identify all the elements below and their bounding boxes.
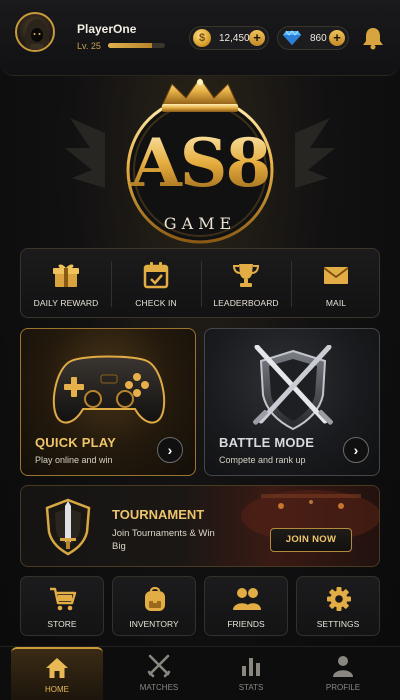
crossed-swords-icon <box>147 654 171 678</box>
bar-chart-icon <box>242 658 260 676</box>
top-bar: PlayerOne Lv. 25 $ 12,450 + 860 + <box>0 0 400 76</box>
battle-mode-title: BATTLE MODE <box>219 435 315 450</box>
check-in-button[interactable]: CHECK IN <box>111 249 201 319</box>
xp-progress-bar <box>108 43 165 48</box>
store-button[interactable]: STORE <box>20 576 104 636</box>
gamepad-icon <box>52 355 166 424</box>
person-icon <box>333 656 353 677</box>
battle-mode-arrow-button[interactable]: › <box>343 437 369 463</box>
nav-matches[interactable]: MATCHES <box>113 647 205 700</box>
friends-label: FRIENDS <box>227 619 265 629</box>
trophy-icon <box>232 264 260 287</box>
app-screen: PlayerOne Lv. 25 $ 12,450 + 860 + AS8 GA… <box>0 0 400 700</box>
chevron-right-icon: › <box>167 442 173 458</box>
crown-icon <box>161 77 239 112</box>
home-icon <box>46 658 68 678</box>
quick-play-title: QUICK PLAY <box>35 435 116 450</box>
quick-play-subtitle: Play online and win <box>35 455 113 465</box>
daily-reward-button[interactable]: DAILY REWARD <box>21 249 111 319</box>
logo-sub-text: GAME <box>163 214 237 233</box>
leaderboard-button[interactable]: LEADERBOARD <box>201 249 291 319</box>
game-logo: AS8 GAME <box>60 77 340 248</box>
logo-brand-text: AS8 <box>60 128 340 198</box>
logo-brand: AS8 <box>130 124 272 202</box>
quick-menu: DAILY REWARD CHECK IN LEADERBOARD MAIL <box>20 248 380 318</box>
mail-button[interactable]: MAIL <box>291 249 381 319</box>
dollar-coin-icon: $ <box>193 29 211 47</box>
tournament-banner[interactable]: TOURNAMENT Join Tournaments & Win Big JO… <box>20 485 380 567</box>
chevron-right-icon: › <box>353 442 359 458</box>
sword-shield-icon <box>45 498 91 556</box>
player-name: PlayerOne <box>77 22 137 36</box>
inventory-button[interactable]: INVENTORY <box>112 576 196 636</box>
coin-amount: 12,450 <box>219 32 250 44</box>
nav-matches-label: MATCHES <box>139 683 179 692</box>
calendar-check-icon <box>143 262 169 289</box>
hooded-figure-icon <box>24 19 50 50</box>
friends-button[interactable]: FRIENDS <box>204 576 288 636</box>
nav-stats-label: STATS <box>238 683 264 692</box>
nav-profile-label: PROFILE <box>325 683 361 692</box>
join-now-button[interactable]: JOIN NOW <box>270 528 352 552</box>
cart-icon <box>50 587 77 611</box>
leaderboard-label: LEADERBOARD <box>213 298 279 308</box>
diamond-icon <box>283 30 301 45</box>
quick-play-card[interactable]: QUICK PLAY Play online and win › <box>20 328 196 476</box>
bottom-navigation: HOME MATCHES STATS PROFILE <box>0 646 400 700</box>
gift-icon <box>53 264 79 287</box>
quick-play-arrow-button[interactable]: › <box>157 437 183 463</box>
nav-profile[interactable]: PROFILE <box>297 647 389 700</box>
crossed-swords-shield-icon <box>253 345 333 431</box>
gem-balance[interactable]: 860 + <box>277 26 349 50</box>
tournament-title: TOURNAMENT <box>112 507 205 522</box>
bell-icon[interactable] <box>362 26 384 50</box>
daily-reward-label: DAILY REWARD <box>33 298 99 308</box>
arena-background-art <box>241 490 379 542</box>
settings-label: SETTINGS <box>316 619 360 629</box>
mail-label: MAIL <box>325 298 347 308</box>
xp-progress-fill <box>108 43 153 48</box>
avatar[interactable] <box>15 12 55 52</box>
player-level: Lv. 25 <box>77 41 101 51</box>
tournament-subtitle: Join Tournaments & Win Big <box>112 528 215 552</box>
battle-mode-subtitle: Compete and rank up <box>219 455 306 465</box>
battle-mode-card[interactable]: BATTLE MODE Compete and rank up › <box>204 328 380 476</box>
gem-amount: 860 <box>310 32 327 44</box>
coin-balance[interactable]: $ 12,450 + <box>189 26 269 50</box>
check-in-label: CHECK IN <box>135 298 177 308</box>
users-icon <box>233 588 261 610</box>
nav-home[interactable]: HOME <box>11 647 103 700</box>
store-label: STORE <box>47 619 77 629</box>
add-gems-button[interactable]: + <box>329 30 345 46</box>
backpack-icon <box>145 586 165 611</box>
nav-stats[interactable]: STATS <box>205 647 297 700</box>
gear-icon <box>327 587 351 611</box>
nav-home-label: HOME <box>45 685 69 694</box>
add-coins-button[interactable]: + <box>249 30 265 46</box>
settings-button[interactable]: SETTINGS <box>296 576 380 636</box>
inventory-label: INVENTORY <box>129 619 179 629</box>
envelope-icon <box>323 267 349 284</box>
